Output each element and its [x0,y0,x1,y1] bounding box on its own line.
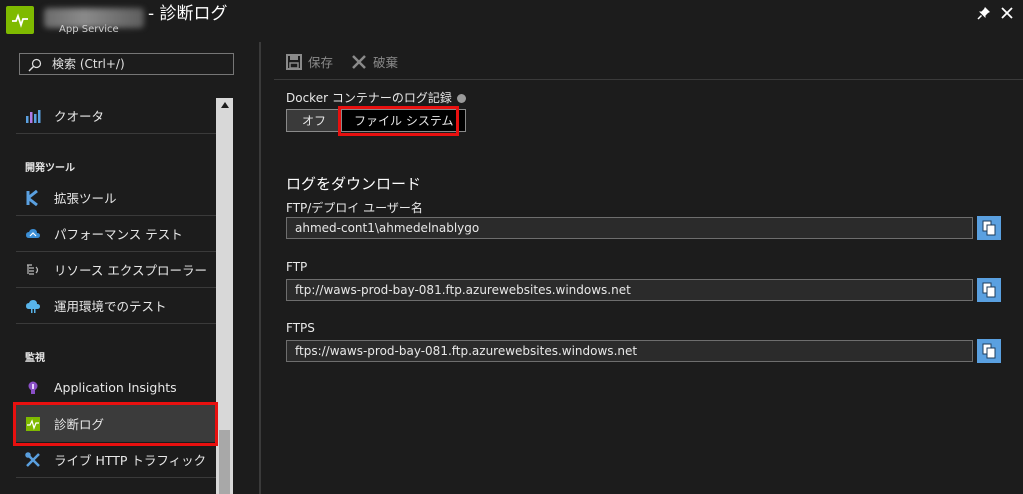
page-subtitle: App Service [59,24,119,35]
close-icon[interactable] [998,4,1016,22]
ftp-url-field[interactable]: ftp://waws-prod-bay-081.ftp.azurewebsite… [286,279,973,301]
save-label: 保存 [308,55,334,70]
pin-icon[interactable] [975,4,993,22]
save-button[interactable]: 保存 [286,52,333,71]
field-label-ftps: FTPS [286,321,315,335]
pane-divider [259,42,261,494]
discard-label: 破棄 [373,55,399,70]
cloud-test-icon [25,298,41,314]
copy-icon [982,282,996,298]
copy-ftps-url-button[interactable] [977,339,1001,363]
sidebar-item-advanced-tools[interactable]: 拡張ツール [16,180,216,216]
resource-explorer-icon [25,262,41,278]
ftps-url-field[interactable]: ftps://waws-prod-bay-081.ftp.azurewebsit… [286,340,973,362]
sidebar-item-quota[interactable]: クオータ [16,98,216,134]
section-monitoring: 監視 [25,353,45,364]
page-title: - 診断ログ [148,4,228,24]
sidebar: クオータ 開発ツール 拡張ツール パフォーマンス テスト リソース エクスプロー… [0,40,245,494]
docker-logging-label-row: Docker コンテナーのログ記録 [286,89,466,106]
docker-logging-toggle[interactable]: オフ ファイル システム [286,109,467,132]
scrollbar-thumb[interactable] [219,430,230,494]
cloud-performance-icon [25,226,41,242]
toggle-filesystem-option[interactable]: ファイル システム [342,110,466,131]
search-icon [28,57,42,72]
copy-ftp-user-button[interactable] [977,216,1001,240]
sidebar-item-label: 拡張ツール [54,191,117,206]
blade-header: ahmed-cont1 - 診断ログ App Service [0,0,1023,40]
sidebar-item-live-http-traffic[interactable]: ライブ HTTP トラフィック [16,442,216,478]
docker-logging-label: Docker コンテナーのログ記録 [286,91,452,105]
scroll-up-arrow-icon[interactable] [216,98,233,112]
field-label-ftp-user: FTP/デプロイ ユーザー名 [286,201,423,215]
diagnostic-log-icon [25,416,41,432]
sidebar-item-label: ライブ HTTP トラフィック [54,453,207,468]
copy-icon [982,343,996,359]
sidebar-scrollbar[interactable] [216,98,233,494]
lightbulb-icon [25,380,41,396]
sidebar-item-testing-in-production[interactable]: 運用環境でのテスト [16,288,216,324]
search-input[interactable] [52,57,222,71]
download-logs-title: ログをダウンロード [286,175,422,193]
command-toolbar: 保存 破棄 [286,52,416,71]
sidebar-item-label: パフォーマンス テスト [54,227,183,242]
app-service-logo-icon [6,6,34,34]
sidebar-item-label: クオータ [54,109,105,124]
section-dev-tools: 開発ツール [25,163,75,174]
kudu-icon [25,189,41,206]
sidebar-item-label: リソース エクスプローラー [54,263,207,278]
copy-icon [982,220,996,236]
tools-icon [25,451,41,468]
sidebar-item-label: 診断ログ [54,417,105,432]
sidebar-item-label: 運用環境でのテスト [54,299,167,314]
discard-button[interactable]: 破棄 [351,52,398,71]
save-icon [286,53,302,70]
discard-x-icon [351,54,367,70]
search-box[interactable] [19,53,234,75]
toolbar-divider [274,79,1023,80]
sidebar-item-resource-explorer[interactable]: リソース エクスプローラー [16,252,216,288]
copy-ftp-url-button[interactable] [977,278,1001,302]
info-icon[interactable] [456,94,466,103]
ftp-user-field[interactable]: ahmed-cont1\ahmedelnablygo [286,217,973,239]
sidebar-item-performance-test[interactable]: パフォーマンス テスト [16,216,216,252]
sidebar-item-application-insights[interactable]: Application Insights [16,370,216,406]
sidebar-item-label: Application Insights [54,380,177,395]
field-label-ftp: FTP [286,260,308,274]
sidebar-item-diagnostic-logs[interactable]: 診断ログ [16,406,216,442]
quota-chart-icon [25,108,41,124]
toggle-off-option[interactable]: オフ [287,110,342,131]
